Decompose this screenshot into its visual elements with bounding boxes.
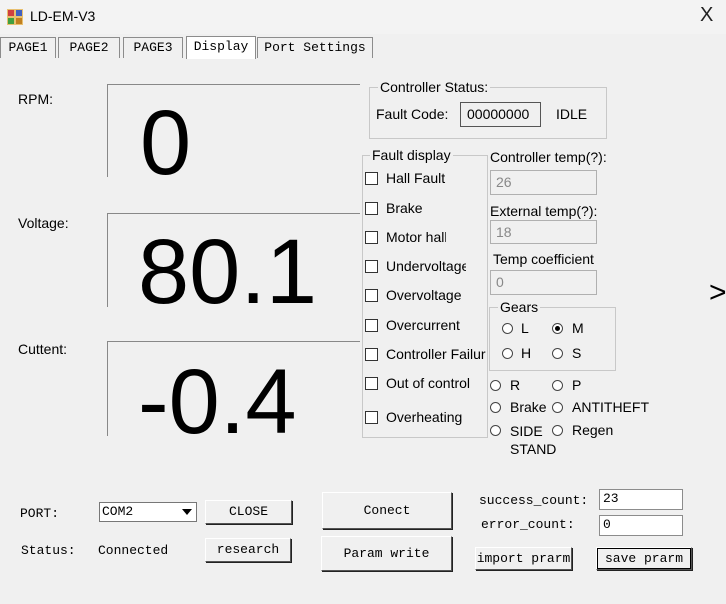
checkbox-controller-failure[interactable] [365,348,378,361]
checkbox-out-of-control[interactable] [365,377,378,390]
radio-mode-r[interactable] [490,380,501,391]
current-display: -0.4 [107,341,360,436]
rpm-display: 0 [107,84,360,177]
controller-temp-field: 26 [490,170,597,195]
chevron-down-icon[interactable] [178,503,196,521]
port-label: PORT: [20,506,60,521]
checkbox-brake[interactable] [365,202,378,215]
tab-port-settings[interactable]: Port Settings [257,37,373,58]
current-label: Cuttent: [18,341,68,357]
rpm-value: 0 [140,92,192,177]
gears-group [489,307,616,371]
status-value: Connected [98,543,169,558]
radio-mode-side-stand[interactable] [490,425,501,436]
radio-gear-l[interactable] [502,323,513,334]
tab-display[interactable]: Display [186,36,256,59]
label-motor-hall: Motor hall [386,229,446,245]
temp-coefficient-label: Temp coefficient [493,251,594,267]
error-count-field[interactable]: 0 [599,515,683,536]
label-mode-side-stand: SIDE STAND [510,423,557,457]
voltage-display: 80.1 [107,213,360,307]
research-button[interactable]: research [205,538,291,562]
label-gear-l: L [521,320,529,336]
voltage-value: 80.1 [138,221,318,307]
label-brake: Brake [386,200,423,216]
checkbox-overcurrent[interactable] [365,319,378,332]
success-count-label: success_count: [479,493,589,508]
checkbox-motor-hall[interactable] [365,231,378,244]
fault-code-field: 00000000 [460,102,541,127]
window-title: LD-EM-V3 [30,8,96,24]
fault-code-label: Fault Code: [376,106,449,122]
radio-mode-antitheft[interactable] [552,402,563,413]
radio-gear-h[interactable] [502,348,513,359]
radio-gear-m[interactable] [552,323,563,334]
rpm-label: RPM: [18,91,53,107]
radio-mode-p[interactable] [552,380,563,391]
label-overvoltage: Overvoltage [386,287,462,303]
label-overheating: Overheating [386,409,463,425]
label-undervoltage: Undervoltage [386,258,466,274]
temp-coefficient-field: 0 [490,270,597,295]
checkbox-undervoltage[interactable] [365,260,378,273]
label-mode-r: R [510,377,521,393]
label-mode-p: P [572,377,582,393]
radio-gear-s[interactable] [552,348,563,359]
close-port-button[interactable]: CLOSE [205,500,292,524]
tab-page3[interactable]: PAGE3 [123,37,183,58]
close-window-icon[interactable]: X [700,4,713,27]
label-overcurrent: Overcurrent [386,317,460,333]
next-arrow-icon[interactable]: > [709,276,726,310]
label-mode-regen: Regen [572,422,614,438]
label-out-of-control: Out of control [386,375,471,391]
label-hall-fault: Hall Fault [386,170,446,186]
connect-button[interactable]: Conect [322,492,452,529]
gears-title: Gears [498,299,541,315]
label-controller-failure: Controller Failure [386,346,486,362]
label-gear-s: S [572,345,582,361]
tab-page1[interactable]: PAGE1 [0,37,56,58]
app-icon [7,9,23,25]
external-temp-field: 18 [490,220,597,244]
title-bar [0,0,726,34]
label-mode-brake: Brake [510,399,547,415]
controller-temp-label: Controller temp(?): [490,149,607,165]
import-param-button[interactable]: import prarm [475,547,572,570]
error-count-label: error_count: [481,517,575,532]
voltage-label: Voltage: [18,215,69,231]
label-mode-antitheft: ANTITHEFT [572,399,649,415]
param-write-button[interactable]: Param write [321,536,452,571]
tab-page2[interactable]: PAGE2 [58,37,120,58]
checkbox-overheating[interactable] [365,411,378,424]
checkbox-hall-fault[interactable] [365,172,378,185]
status-label: Status: [21,543,76,558]
save-param-button[interactable]: save prarm [596,547,692,570]
label-gear-m: M [572,320,584,336]
port-select-value: COM2 [102,504,134,519]
controller-status-title: Controller Status: [378,79,491,95]
radio-mode-brake[interactable] [490,402,501,413]
port-select[interactable]: COM2 [99,502,197,522]
radio-mode-regen[interactable] [552,425,563,436]
controller-state: IDLE [556,106,588,122]
external-temp-label: External temp(?): [490,203,598,219]
fault-display-title: Fault display [370,147,453,163]
current-value: -0.4 [138,351,297,436]
checkbox-overvoltage[interactable] [365,289,378,302]
success-count-field[interactable]: 23 [599,489,683,510]
label-gear-h: H [521,345,532,361]
